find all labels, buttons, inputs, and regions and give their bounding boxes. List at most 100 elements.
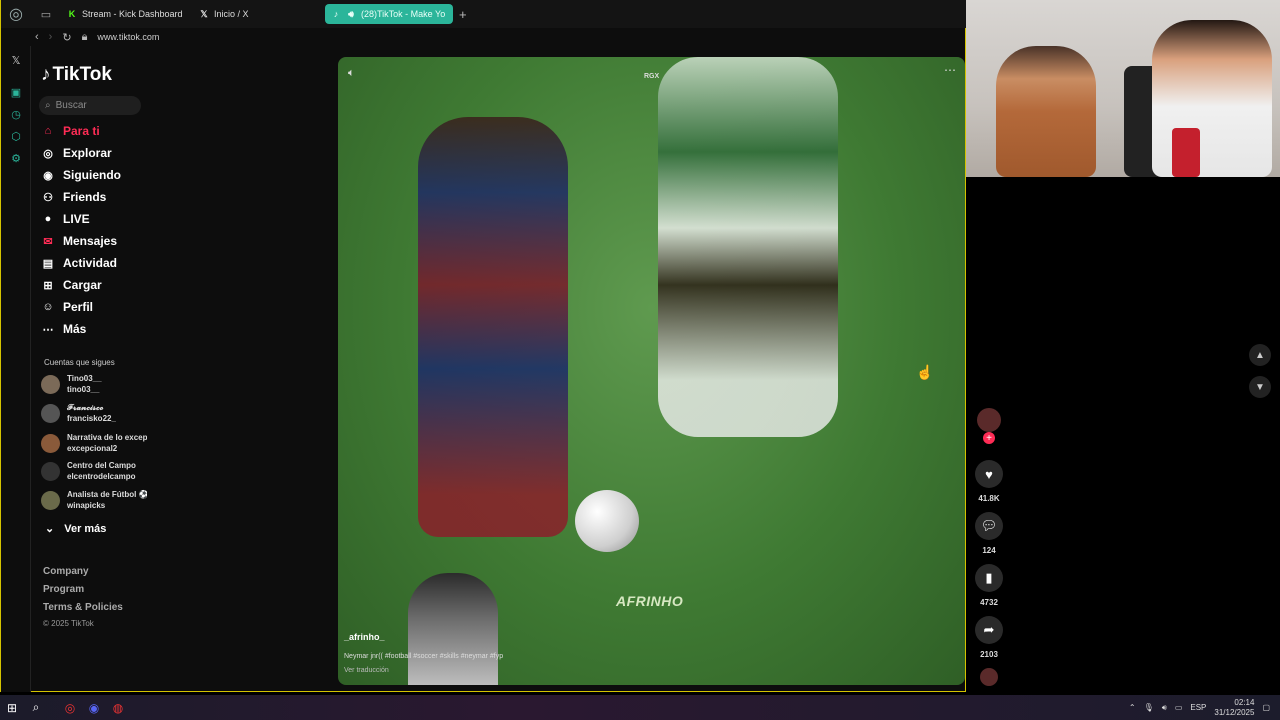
notifications-icon[interactable]: ▢ — [1262, 703, 1270, 712]
nav-perfil[interactable]: ☺ Perfil — [41, 298, 93, 316]
red-cup — [1172, 128, 1200, 177]
clock[interactable]: 02:14 31/12/2025 — [1214, 698, 1254, 718]
system-tray: ⌃ 🎙︎ 🔊︎ ▭ ESP 02:14 31/12/2025 ▢ — [1129, 695, 1270, 720]
like-icon[interactable]: ♥ — [975, 460, 1003, 488]
share-icon[interactable]: ➦ — [975, 616, 1003, 644]
tiktok-icon: ♪ — [333, 9, 339, 19]
account-item[interactable]: Narrativa de lo excepc excepcional2 — [41, 431, 147, 455]
search-placeholder: Buscar — [55, 100, 87, 111]
volume-icon[interactable]: 🔈︎ — [348, 67, 355, 80]
microphone-icon[interactable]: 🎙︎ — [1144, 703, 1154, 712]
opera-gx-icon[interactable]: ◎ — [58, 695, 82, 720]
nav-siguiendo[interactable]: ◉ Siguiendo — [41, 166, 121, 184]
account-handle: excepcional2 — [67, 444, 118, 453]
account-item[interactable]: 𝓕𝓻𝓪𝓷𝓬𝓲𝓼𝓬𝓸 francisko22_ — [41, 401, 147, 425]
previous-video-button[interactable]: ▲ — [1249, 344, 1271, 366]
language-indicator[interactable]: ESP — [1190, 703, 1206, 712]
workspace-icon[interactable]: ▣ — [9, 86, 23, 100]
avatar — [41, 433, 60, 453]
account-item[interactable]: Analista de Fútbol ⚽ winapicks — [41, 488, 147, 512]
footer-terms[interactable]: Terms & Policies — [43, 602, 123, 613]
history-icon[interactable]: ◷ — [9, 108, 23, 122]
avatar — [41, 374, 60, 394]
account-handle: tino03__ — [67, 385, 100, 394]
avatar — [41, 490, 60, 510]
settings-icon[interactable]: ⚙ — [9, 152, 23, 166]
nav-mensajes[interactable]: ✉ Mensajes — [41, 232, 117, 250]
overlay-figure — [408, 573, 498, 685]
video-description[interactable]: Neymar jnr(( #football #soccer #skills #… — [344, 653, 503, 660]
chevron-up-icon[interactable]: ⌃ — [1129, 703, 1136, 712]
nav-live[interactable]: ● LIVE — [41, 210, 90, 228]
footer-program[interactable]: Program — [43, 584, 84, 595]
person-left — [996, 46, 1096, 177]
save-count: 4732 — [980, 598, 998, 607]
nav-mas[interactable]: ⋯ Más — [41, 320, 87, 338]
search-icon[interactable]: ⌕ — [24, 695, 48, 720]
account-name: 𝓕𝓻𝓪𝓷𝓬𝓲𝓼𝓬𝓸 — [67, 403, 104, 412]
nav-actividad[interactable]: ▤ Actividad — [41, 254, 117, 272]
nav-para-ti[interactable]: ⌂ Para ti — [41, 122, 100, 140]
comment-icon[interactable]: 💬︎ — [975, 512, 1003, 540]
chevron-down-icon: ⌄ — [45, 523, 55, 535]
clock-date: 31/12/2025 — [1214, 707, 1255, 717]
tab-bar: ◎ ▭ K Stream - Kick Dashboard 𝕏 Inicio /… — [1, 0, 967, 28]
account-handle: elcentrodelcampo — [67, 472, 136, 481]
see-more-button[interactable]: ⌄ Ver más — [45, 522, 106, 536]
nav-label: Cargar — [63, 278, 102, 292]
tab-x[interactable]: 𝕏 Inicio / X — [193, 4, 321, 24]
footer-company[interactable]: Company — [43, 566, 89, 577]
nav-explorar[interactable]: ◎ Explorar — [41, 144, 112, 162]
next-video-button[interactable]: ▼ — [1249, 376, 1271, 398]
nav-label: Para ti — [63, 124, 100, 138]
discord-icon[interactable]: ◉ — [82, 695, 106, 720]
player-figure — [418, 117, 568, 537]
account-item[interactable]: Centro del Campo elcentrodelcampo — [41, 459, 147, 483]
url-field[interactable]: www.tiktok.com — [97, 32, 159, 42]
opera-logo-icon[interactable]: ◎ — [5, 3, 27, 25]
video-player[interactable]: 🔈︎ RGX ⋯ AFRINHO _afrinho_ Neymar jnr(( … — [338, 57, 965, 685]
volume-icon[interactable]: 🔊︎ — [1162, 703, 1167, 713]
search-input[interactable]: ⌕ Buscar — [39, 96, 141, 115]
account-item[interactable]: Tino03__ tino03__ — [41, 372, 147, 396]
tab-kick[interactable]: K Stream - Kick Dashboard — [61, 4, 189, 24]
tiktok-note-icon: ♪ — [41, 64, 51, 85]
bookmark-icon[interactable]: ▮ — [975, 564, 1003, 592]
video-top-label: RGX — [644, 73, 660, 80]
video-author[interactable]: _afrinho_ — [344, 632, 385, 642]
more-options-icon[interactable]: ⋯ — [944, 63, 956, 77]
reload-icon[interactable]: ↻ — [62, 31, 71, 44]
creator-avatar[interactable] — [977, 408, 1001, 432]
tiktok-logo[interactable]: ♪ TikTok — [41, 64, 112, 86]
avatar — [41, 403, 60, 423]
logo-text: TikTok — [52, 64, 112, 85]
follow-plus-icon[interactable]: + — [983, 432, 995, 444]
browser-sidebar: 𝕏 ▣ ◷ ⬡ ⚙ GX ··· — [1, 46, 31, 713]
x-sidebar-icon[interactable]: 𝕏 — [9, 54, 23, 68]
home-icon: ⌂ — [44, 125, 52, 137]
windows-start-icon[interactable]: ⊞ — [0, 695, 24, 720]
tab-label: (28)TikTok - Make Yo — [361, 9, 446, 19]
nav-label: Actividad — [63, 256, 118, 270]
live-icon: ● — [44, 213, 52, 225]
nav-friends[interactable]: ⚇ Friends — [41, 188, 106, 206]
app-icon[interactable]: ◍ — [106, 695, 130, 720]
player-figure — [658, 57, 838, 437]
nav-cargar[interactable]: ⊞ Cargar — [41, 276, 102, 294]
tab-islands-icon[interactable]: ▭ — [35, 3, 57, 25]
account-name: Centro del Campo — [67, 461, 136, 470]
back-icon[interactable]: ‹ — [35, 31, 39, 43]
share-count: 2103 — [980, 650, 998, 659]
sound-disc-icon[interactable] — [980, 668, 998, 686]
forward-icon[interactable]: › — [49, 31, 53, 43]
comment-count: 124 — [982, 546, 996, 555]
translate-link[interactable]: Ver traducción — [344, 667, 389, 674]
tab-tiktok[interactable]: ♪ 🔊︎ (28)TikTok - Make Yo — [325, 4, 453, 24]
speaker-icon[interactable]: 🔊︎ — [346, 9, 356, 19]
new-tab-button[interactable]: + — [459, 7, 467, 22]
search-icon: ⌕ — [45, 100, 51, 111]
network-icon[interactable]: ▭ — [1175, 703, 1183, 712]
extensions-icon[interactable]: ⬡ — [9, 130, 23, 144]
tiktok-sidebar: ♪ TikTok ⌕ Buscar ⌂ Para ti ◎ Explorar ◉ Si… — [31, 46, 151, 692]
nav-label: LIVE — [63, 212, 90, 226]
